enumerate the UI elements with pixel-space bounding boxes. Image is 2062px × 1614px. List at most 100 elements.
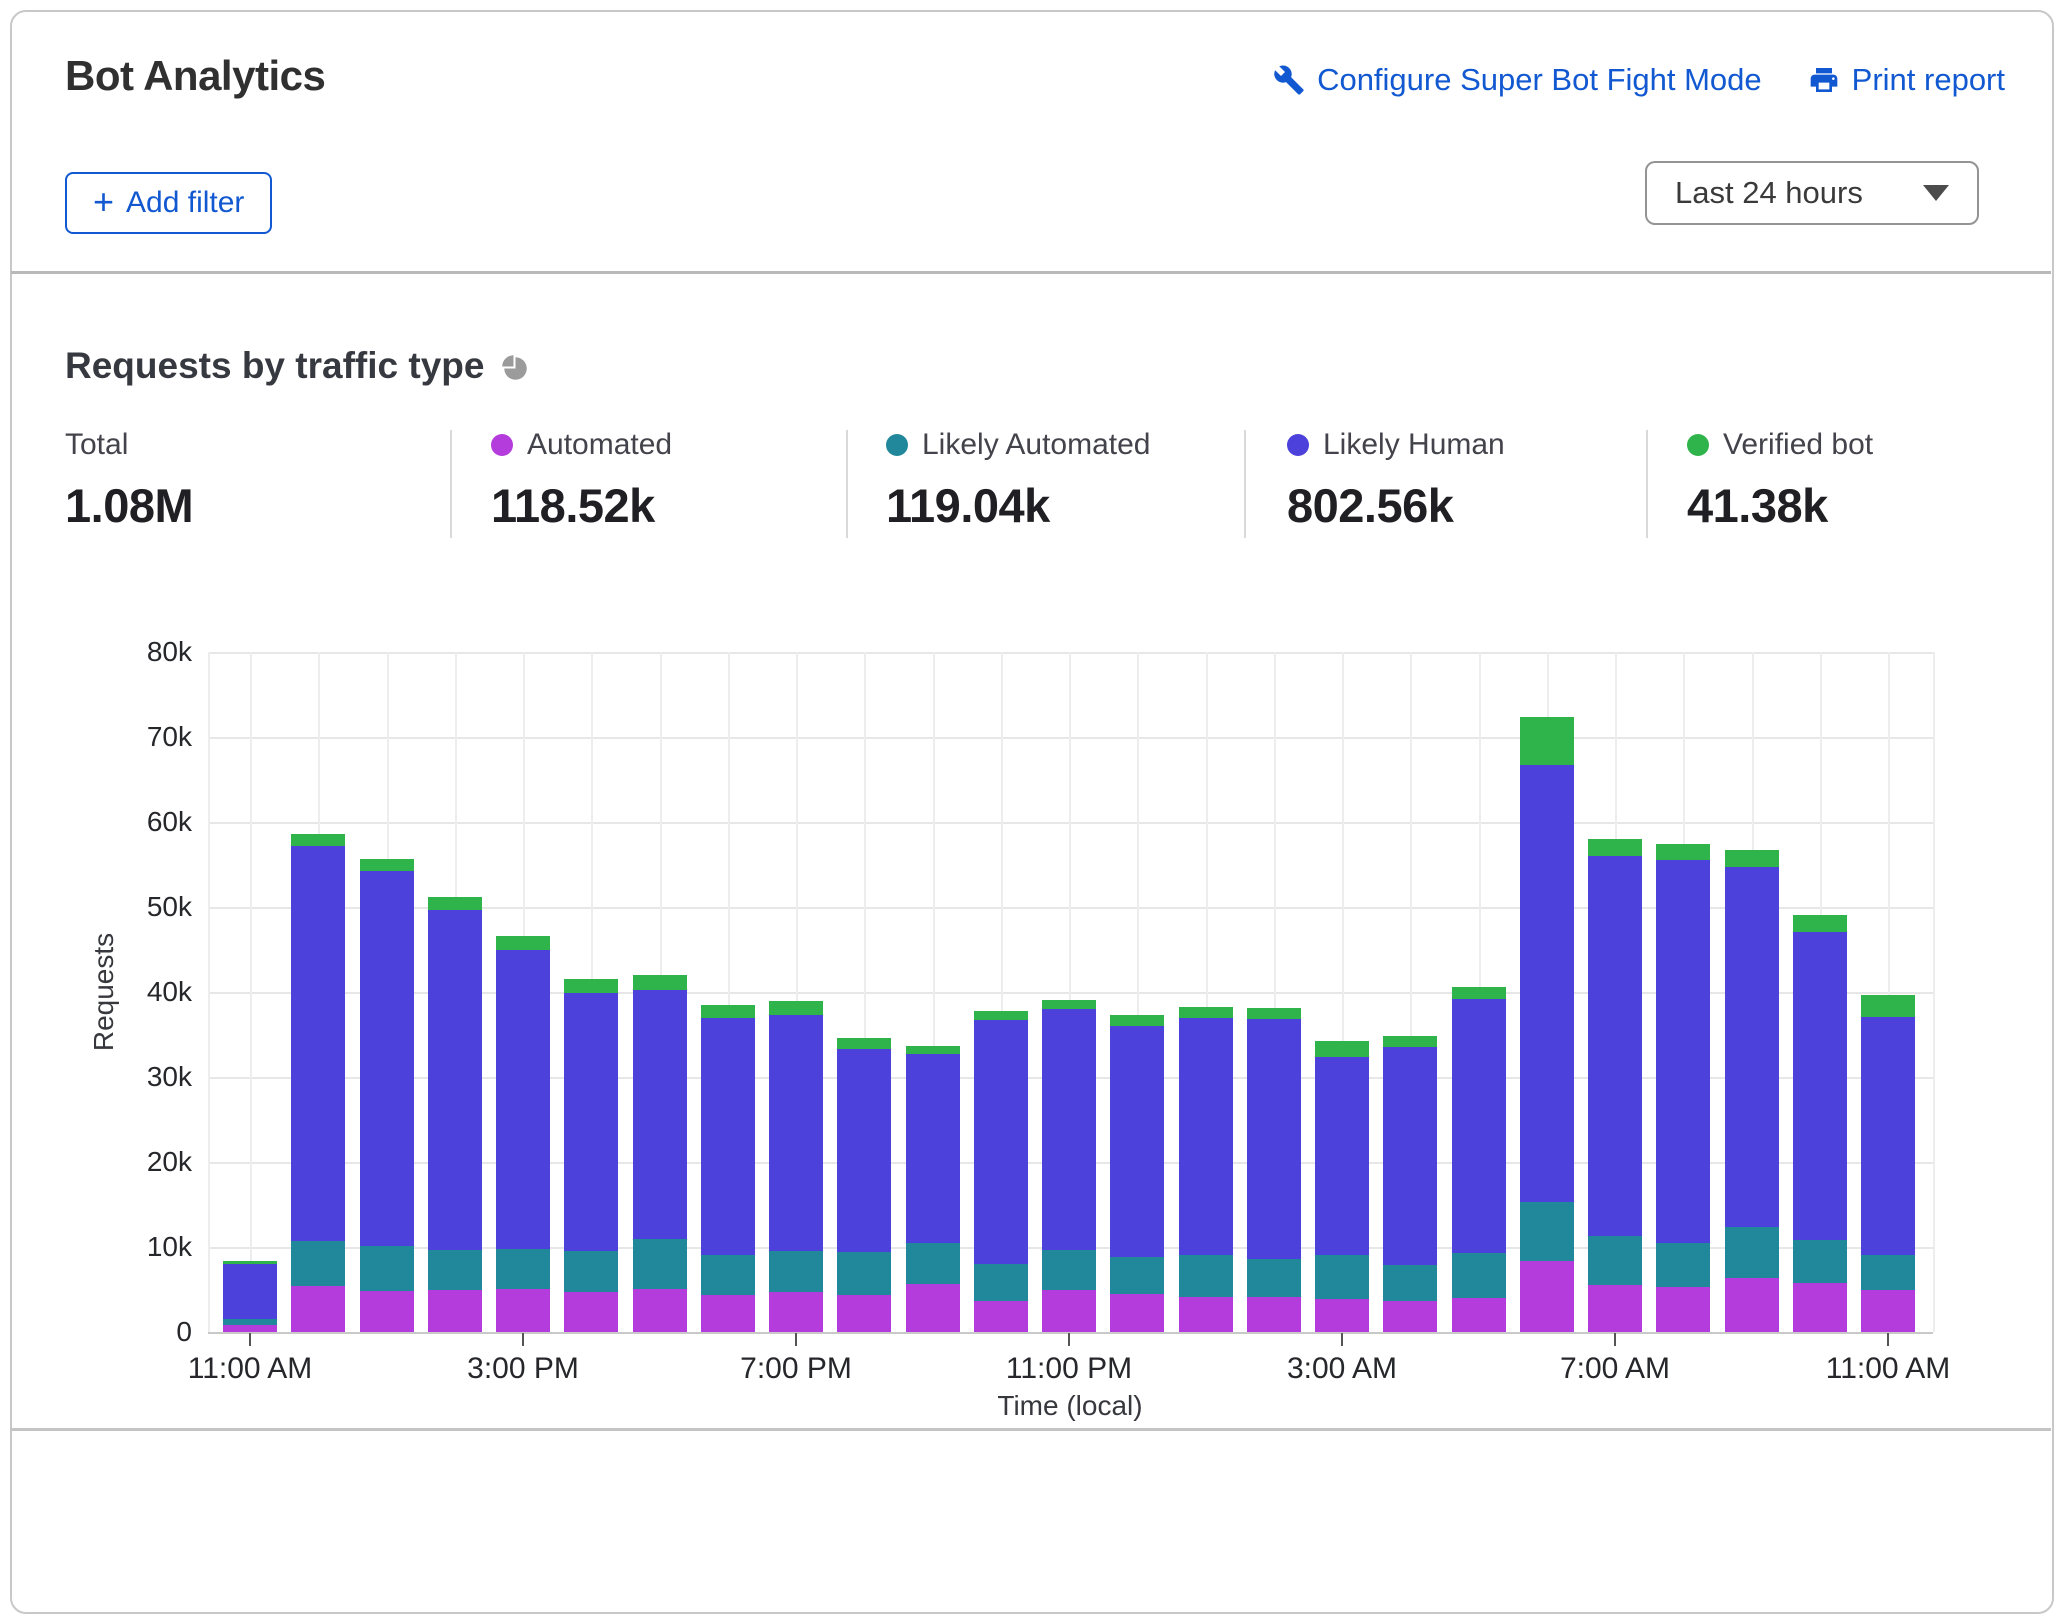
bar-segment-verified-bot[interactable] [360,859,414,872]
bar-segment-likely-automated[interactable] [223,1319,277,1325]
bar-segment-likely-automated[interactable] [906,1243,960,1285]
bar-segment-likely-automated[interactable] [1383,1265,1437,1302]
bar-segment-likely-automated[interactable] [1452,1253,1506,1298]
bar-segment-likely-human[interactable] [906,1054,960,1243]
bar-segment-likely-automated[interactable] [837,1252,891,1295]
bar-segment-automated[interactable] [906,1284,960,1332]
add-filter-button[interactable]: + Add filter [65,172,272,234]
time-range-dropdown[interactable]: Last 24 hours [1645,161,1979,225]
bar-segment-automated[interactable] [496,1289,550,1332]
bar-segment-likely-human[interactable] [1315,1057,1369,1254]
bar-segment-verified-bot[interactable] [1656,844,1710,860]
bar-segment-likely-automated[interactable] [633,1239,687,1288]
bar-segment-likely-human[interactable] [223,1264,277,1319]
bar-segment-likely-automated[interactable] [701,1255,755,1295]
stat-verified-bot[interactable]: Verified bot41.38k [1687,428,2047,533]
stat-likely-automated[interactable]: Likely Automated119.04k [886,428,1246,533]
bar-segment-verified-bot[interactable] [564,979,618,993]
bar-segment-likely-human[interactable] [291,846,345,1241]
bar-segment-verified-bot[interactable] [1588,839,1642,856]
bar-segment-likely-human[interactable] [360,871,414,1246]
bar-segment-verified-bot[interactable] [633,975,687,990]
bar-segment-automated[interactable] [1042,1290,1096,1333]
bar-segment-likely-automated[interactable] [564,1251,618,1292]
bar-segment-likely-automated[interactable] [1247,1259,1301,1297]
bar-segment-likely-human[interactable] [1520,765,1574,1202]
bar-segment-verified-bot[interactable] [1793,915,1847,932]
bar-segment-automated[interactable] [1179,1297,1233,1332]
bar-segment-likely-automated[interactable] [291,1241,345,1286]
bar-segment-likely-automated[interactable] [1588,1236,1642,1285]
bar-segment-likely-automated[interactable] [1520,1202,1574,1261]
bar-segment-likely-automated[interactable] [1656,1243,1710,1287]
bar-segment-automated[interactable] [1315,1299,1369,1332]
bar-segment-verified-bot[interactable] [1042,1000,1096,1009]
bar-segment-likely-human[interactable] [1793,932,1847,1241]
bar-segment-automated[interactable] [223,1325,277,1332]
bar-segment-verified-bot[interactable] [701,1005,755,1019]
bar-segment-likely-automated[interactable] [428,1250,482,1290]
bar-segment-verified-bot[interactable] [837,1038,891,1049]
bar-segment-likely-automated[interactable] [1861,1255,1915,1291]
bar-segment-automated[interactable] [360,1291,414,1332]
bar-segment-likely-human[interactable] [701,1018,755,1254]
bar-segment-likely-human[interactable] [1383,1047,1437,1265]
bar-segment-likely-automated[interactable] [1179,1255,1233,1298]
bar-segment-verified-bot[interactable] [1179,1007,1233,1018]
bar-segment-verified-bot[interactable] [1315,1041,1369,1057]
bar-segment-verified-bot[interactable] [1247,1008,1301,1019]
bar-segment-automated[interactable] [769,1292,823,1332]
bar-segment-automated[interactable] [1247,1297,1301,1332]
stat-likely-human[interactable]: Likely Human802.56k [1287,428,1647,533]
bar-segment-likely-human[interactable] [1179,1018,1233,1254]
bar-segment-automated[interactable] [1383,1301,1437,1332]
bar-segment-verified-bot[interactable] [1383,1036,1437,1047]
bar-segment-likely-human[interactable] [633,990,687,1239]
bar-segment-verified-bot[interactable] [1725,850,1779,867]
bar-segment-verified-bot[interactable] [1861,995,1915,1017]
bar-segment-likely-automated[interactable] [1793,1240,1847,1283]
bar-segment-verified-bot[interactable] [496,936,550,950]
bar-segment-likely-human[interactable] [496,950,550,1249]
bar-segment-likely-human[interactable] [837,1049,891,1252]
bar-segment-likely-human[interactable] [1247,1019,1301,1259]
bar-segment-likely-automated[interactable] [769,1251,823,1292]
bar-segment-automated[interactable] [1656,1287,1710,1332]
bar-segment-likely-human[interactable] [1588,856,1642,1236]
bar-segment-likely-human[interactable] [1110,1026,1164,1257]
print-report-link[interactable]: Print report [1808,62,2005,98]
bar-segment-likely-human[interactable] [428,910,482,1250]
bar-segment-likely-human[interactable] [564,993,618,1251]
stat-total[interactable]: Total1.08M [65,428,425,533]
bar-segment-automated[interactable] [633,1289,687,1332]
bar-segment-automated[interactable] [1793,1283,1847,1332]
bar-segment-likely-human[interactable] [1725,867,1779,1227]
bar-segment-verified-bot[interactable] [1452,987,1506,999]
stat-automated[interactable]: Automated118.52k [491,428,851,533]
bar-segment-likely-automated[interactable] [1110,1257,1164,1294]
bar-segment-likely-human[interactable] [1042,1009,1096,1250]
bar-segment-verified-bot[interactable] [223,1261,277,1264]
bar-segment-likely-automated[interactable] [496,1249,550,1289]
bar-segment-automated[interactable] [1861,1290,1915,1332]
bar-segment-automated[interactable] [291,1286,345,1332]
bar-segment-verified-bot[interactable] [428,897,482,911]
bar-segment-likely-human[interactable] [1452,999,1506,1253]
bar-segment-automated[interactable] [1520,1261,1574,1332]
bar-segment-automated[interactable] [428,1290,482,1332]
configure-super-bot-fight-mode-link[interactable]: Configure Super Bot Fight Mode [1273,62,1762,98]
bar-segment-automated[interactable] [564,1292,618,1332]
bar-segment-automated[interactable] [1110,1294,1164,1332]
bar-segment-automated[interactable] [1452,1298,1506,1332]
bar-segment-likely-human[interactable] [1656,860,1710,1243]
bar-segment-likely-human[interactable] [769,1015,823,1251]
bar-segment-likely-automated[interactable] [360,1246,414,1291]
bar-segment-verified-bot[interactable] [769,1001,823,1015]
bar-segment-likely-automated[interactable] [1725,1227,1779,1277]
bar-segment-verified-bot[interactable] [1110,1015,1164,1026]
bar-segment-verified-bot[interactable] [1520,717,1574,765]
bar-segment-likely-human[interactable] [1861,1017,1915,1255]
bar-segment-automated[interactable] [837,1295,891,1332]
bar-segment-likely-automated[interactable] [1315,1255,1369,1299]
bar-segment-automated[interactable] [974,1301,1028,1332]
